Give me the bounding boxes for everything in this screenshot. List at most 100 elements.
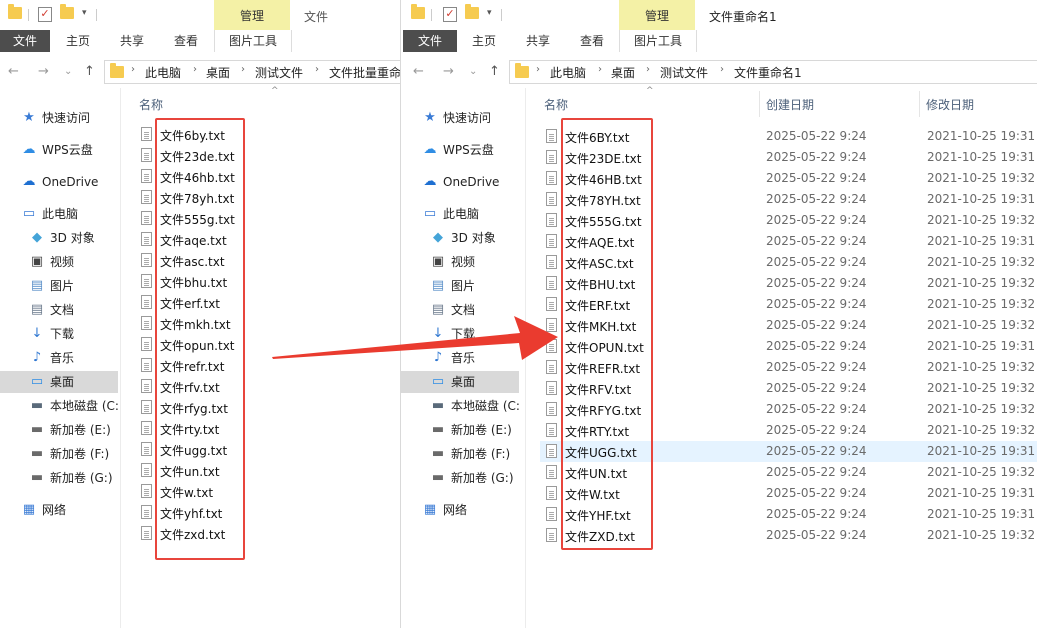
tab-picture-tools[interactable]: 图片工具 [619,30,697,52]
nav-item[interactable]: ▦ 网络 [401,499,519,521]
tab-view[interactable]: 查看 [565,30,619,52]
back-icon[interactable]: ← [8,64,19,79]
nav-item[interactable]: ☁ OneDrive [401,171,519,193]
column-header-name[interactable]: 名称 [544,96,568,113]
file-row[interactable]: 文件mkh.txt [135,313,385,334]
new-folder-icon[interactable] [60,4,74,21]
file-row[interactable]: 文件UN.txt 2025-05-22 9:24 2021-10-25 19:32 [540,462,1037,483]
recent-locations-icon[interactable]: ⌄ [64,66,72,77]
breadcrumb-item[interactable]: 桌面 [611,64,635,81]
file-row[interactable]: 文件78YH.txt 2025-05-22 9:24 2021-10-25 19:3… [540,189,1037,210]
tab-file[interactable]: 文件 [403,30,457,52]
properties-icon[interactable]: ✓ [443,7,457,22]
file-row[interactable]: 文件6by.txt [135,124,385,145]
nav-item[interactable]: ▣ 视频 [401,251,519,273]
file-row[interactable]: 文件rfv.txt [135,376,385,397]
manage-tab[interactable]: 管理 [214,0,290,30]
recent-locations-icon[interactable]: ⌄ [469,66,477,77]
file-row[interactable]: 文件ugg.txt [135,439,385,460]
nav-item[interactable]: ☁ WPS云盘 [0,139,118,161]
nav-item[interactable]: ▬ 新加卷 (G:) [0,467,118,489]
nav-item[interactable]: ♪ 音乐 [401,347,519,369]
breadcrumb-item[interactable]: 桌面 [206,64,230,81]
manage-tab[interactable]: 管理 [619,0,695,30]
file-row[interactable]: 文件AQE.txt 2025-05-22 9:24 2021-10-25 19:31 [540,231,1037,252]
breadcrumb-item[interactable]: 此电脑 [550,64,586,81]
breadcrumb-item[interactable]: 测试文件 [660,64,708,81]
nav-item[interactable]: ▤ 图片 [0,275,118,297]
up-icon[interactable]: ↑ [489,64,500,79]
file-row[interactable]: 文件refr.txt [135,355,385,376]
nav-item[interactable]: ☁ WPS云盘 [401,139,519,161]
file-row[interactable]: 文件555g.txt [135,208,385,229]
file-row[interactable]: 文件UGG.txt 2025-05-22 9:24 2021-10-25 19:31 [540,441,1037,462]
nav-item[interactable]: ◆ 3D 对象 [0,227,118,249]
file-row[interactable]: 文件RFV.txt 2025-05-22 9:24 2021-10-25 19:32 [540,378,1037,399]
file-row[interactable]: 文件78yh.txt [135,187,385,208]
file-row[interactable]: 文件555G.txt 2025-05-22 9:24 2021-10-25 19:3… [540,210,1037,231]
file-row[interactable]: 文件ZXD.txt 2025-05-22 9:24 2021-10-25 19:32 [540,525,1037,546]
breadcrumb-item[interactable]: 此电脑 [145,64,181,81]
nav-item[interactable]: ▣ 视频 [0,251,118,273]
breadcrumb-item[interactable]: 文件重命名1 [734,64,802,81]
nav-item[interactable]: ♪ 音乐 [0,347,118,369]
file-row[interactable]: 文件zxd.txt [135,523,385,544]
back-icon[interactable]: ← [413,64,424,79]
column-header-created[interactable]: 创建日期 [766,96,814,113]
file-row[interactable]: 文件YHF.txt 2025-05-22 9:24 2021-10-25 19:31 [540,504,1037,525]
file-row[interactable]: 文件erf.txt [135,292,385,313]
nav-item[interactable]: ▬ 本地磁盘 (C: [401,395,519,417]
nav-item[interactable]: ↓ 下载 [0,323,118,345]
nav-item[interactable]: ▬ 新加卷 (F:) [401,443,519,465]
file-row[interactable]: 文件un.txt [135,460,385,481]
file-row[interactable]: 文件rty.txt [135,418,385,439]
file-row[interactable]: 文件46HB.txt 2025-05-22 9:24 2021-10-25 19:3… [540,168,1037,189]
customize-toolbar-icon[interactable]: ▾ [82,7,92,19]
file-row[interactable]: 文件ERF.txt 2025-05-22 9:24 2021-10-25 19:32 [540,294,1037,315]
file-row[interactable]: 文件23de.txt [135,145,385,166]
tab-file[interactable]: 文件 [0,30,50,52]
file-row[interactable]: 文件ASC.txt 2025-05-22 9:24 2021-10-25 19:32 [540,252,1037,273]
tab-share[interactable]: 共享 [511,30,565,52]
nav-item[interactable]: ▭ 此电脑 [0,203,118,225]
file-row[interactable]: 文件rfyg.txt [135,397,385,418]
column-header-modified[interactable]: 修改日期 [926,96,974,113]
file-row[interactable]: 文件MKH.txt 2025-05-22 9:24 2021-10-25 19:32 [540,315,1037,336]
file-row[interactable]: 文件W.txt 2025-05-22 9:24 2021-10-25 19:31 [540,483,1037,504]
forward-icon[interactable]: → [38,64,49,79]
new-folder-icon[interactable] [465,4,479,21]
up-icon[interactable]: ↑ [84,64,95,79]
nav-item[interactable]: ▬ 新加卷 (G:) [401,467,519,489]
nav-item[interactable]: ▭ 此电脑 [401,203,519,225]
file-row[interactable]: 文件RFYG.txt 2025-05-22 9:24 2021-10-25 19:3… [540,399,1037,420]
nav-item[interactable]: ▭ 桌面 [0,371,118,393]
address-input[interactable]: › 此电脑 › 桌面 › 测试文件 › 文件重命名1 [509,60,1037,84]
file-row[interactable]: 文件w.txt [135,481,385,502]
properties-icon[interactable]: ✓ [38,7,52,22]
nav-item[interactable]: ▭ 桌面 [401,371,519,393]
file-row[interactable]: 文件BHU.txt 2025-05-22 9:24 2021-10-25 19:32 [540,273,1037,294]
nav-item[interactable]: ▬ 本地磁盘 (C: [0,395,118,417]
nav-item[interactable]: ▤ 文档 [0,299,118,321]
nav-item[interactable]: ◆ 3D 对象 [401,227,519,249]
breadcrumb-item[interactable]: 测试文件 [255,64,303,81]
nav-item[interactable]: ▬ 新加卷 (E:) [0,419,118,441]
nav-item[interactable]: ☁ OneDrive [0,171,118,193]
breadcrumb-item[interactable]: 文件批量重命 [329,64,400,81]
forward-icon[interactable]: → [443,64,454,79]
nav-item[interactable]: ▤ 图片 [401,275,519,297]
file-row[interactable]: 文件REFR.txt 2025-05-22 9:24 2021-10-25 19:3… [540,357,1037,378]
customize-toolbar-icon[interactable]: ▾ [487,7,497,19]
file-row[interactable]: 文件asc.txt [135,250,385,271]
tab-picture-tools[interactable]: 图片工具 [214,30,292,52]
nav-item[interactable]: ★ 快速访问 [401,107,519,129]
tab-home[interactable]: 主页 [457,30,511,52]
nav-item[interactable]: ★ 快速访问 [0,107,118,129]
nav-item[interactable]: ▤ 文档 [401,299,519,321]
file-row[interactable]: 文件46hb.txt [135,166,385,187]
column-header-name[interactable]: 名称 [139,96,163,113]
file-row[interactable]: 文件opun.txt [135,334,385,355]
file-row[interactable]: 文件RTY.txt 2025-05-22 9:24 2021-10-25 19:32 [540,420,1037,441]
nav-item[interactable]: ↓ 下载 [401,323,519,345]
nav-item[interactable]: ▬ 新加卷 (E:) [401,419,519,441]
